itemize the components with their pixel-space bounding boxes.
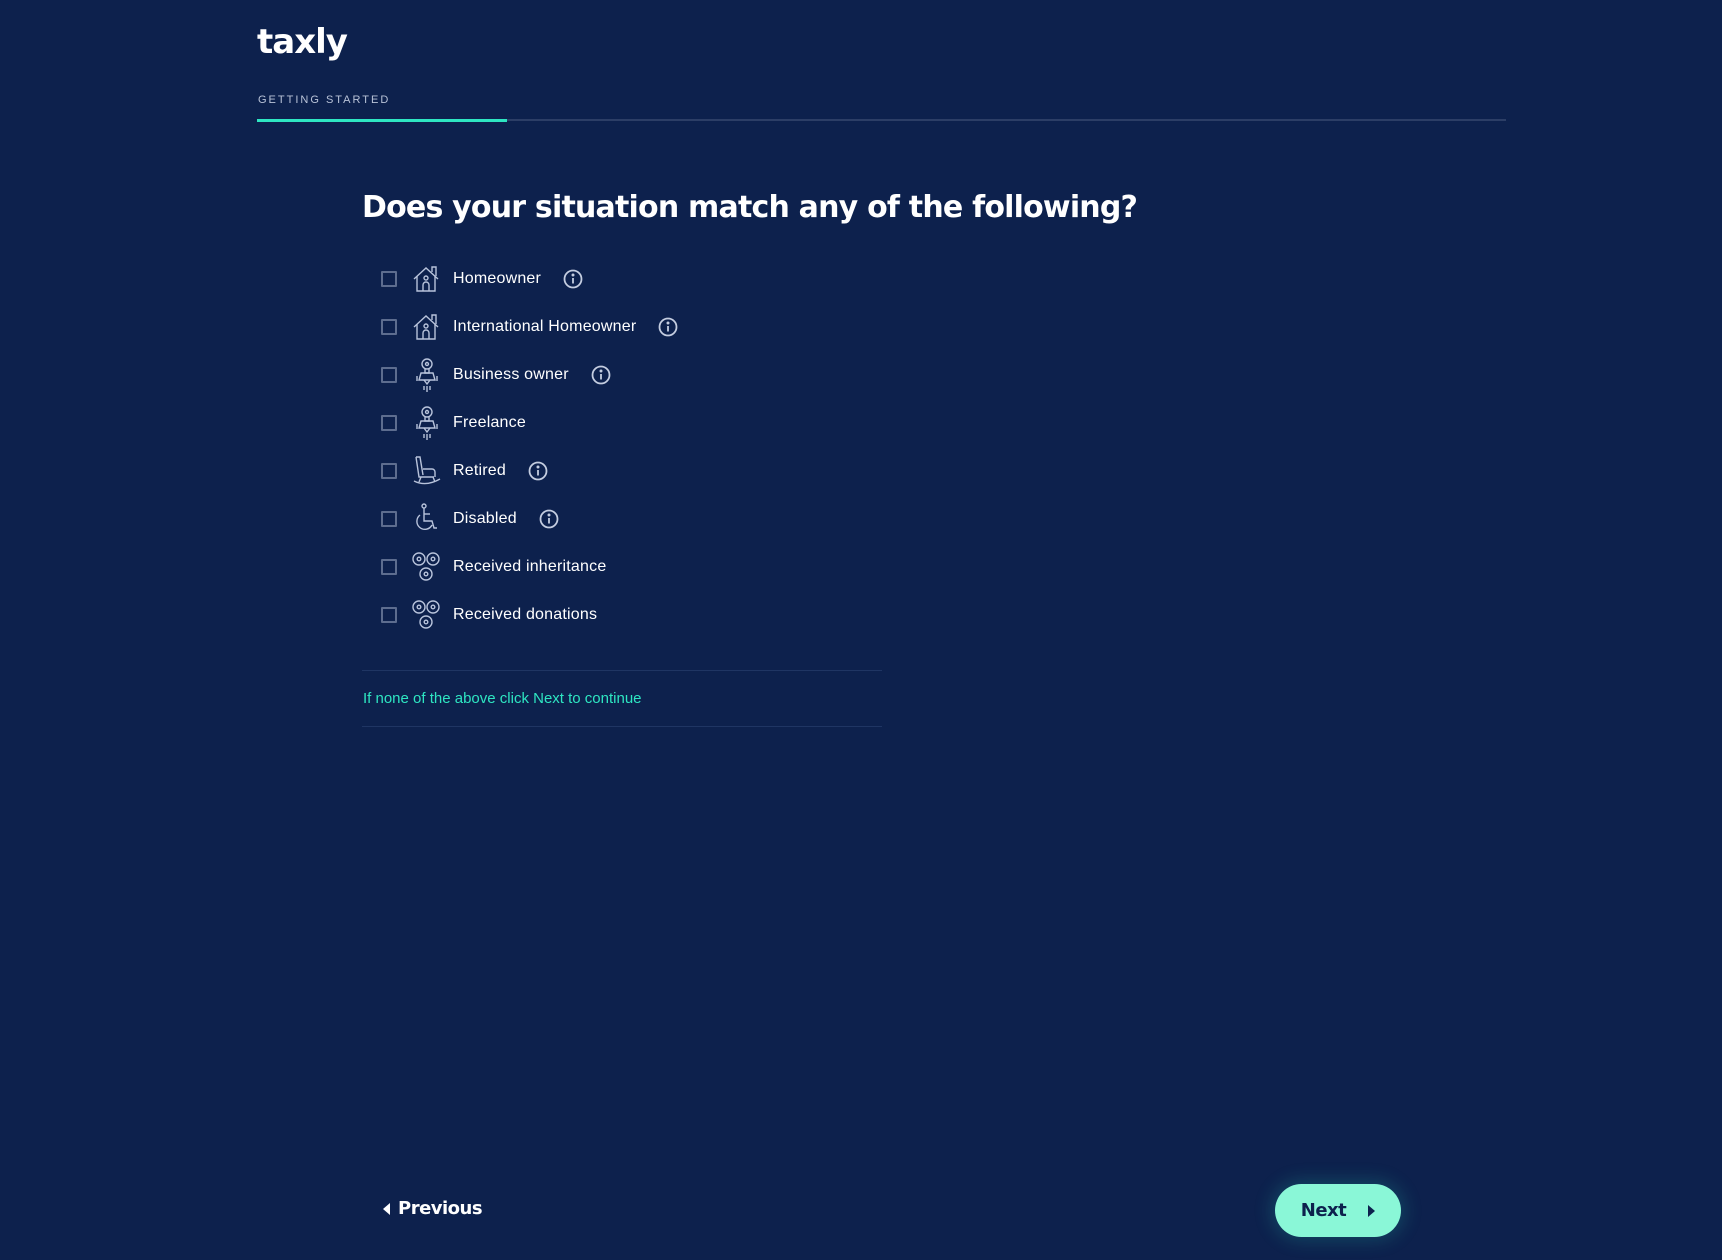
next-label: Next <box>1300 1200 1347 1221</box>
options-list: Homeowner International Homeowner Business… <box>381 255 678 639</box>
option-label: Disabled <box>453 510 517 527</box>
rocket-bulb-icon <box>411 357 443 393</box>
divider-bottom <box>362 726 882 727</box>
checkbox[interactable] <box>381 607 397 623</box>
house-icon <box>411 309 443 345</box>
option-disabled[interactable]: Disabled <box>381 495 678 543</box>
chevron-right-icon <box>1368 1204 1376 1217</box>
hint-text: If none of the above click Next to conti… <box>363 690 642 707</box>
info-icon[interactable] <box>563 269 583 289</box>
option-freelance[interactable]: Freelance <box>381 399 678 447</box>
option-label: Received donations <box>453 606 598 623</box>
wheelchair-icon <box>411 501 443 537</box>
option-international-homeowner[interactable]: International Homeowner <box>381 303 678 351</box>
checkbox[interactable] <box>381 463 397 479</box>
progress-bar <box>257 118 1506 122</box>
taxly-logo: taxly <box>257 22 348 62</box>
info-icon[interactable] <box>528 461 548 481</box>
option-received-inheritance[interactable]: Received inheritance <box>381 543 678 591</box>
checkbox[interactable] <box>381 559 397 575</box>
previous-label: Previous <box>398 1198 483 1219</box>
house-icon <box>411 261 443 297</box>
chevron-left-icon <box>383 1202 390 1215</box>
option-homeowner[interactable]: Homeowner <box>381 255 678 303</box>
option-label: International Homeowner <box>453 318 637 335</box>
divider-top <box>362 670 882 671</box>
checkbox[interactable] <box>381 271 397 287</box>
coins-icon <box>411 549 443 585</box>
progress-bar-fill <box>257 118 507 122</box>
option-business-owner[interactable]: Business owner <box>381 351 678 399</box>
option-label: Homeowner <box>453 270 542 287</box>
checkbox[interactable] <box>381 319 397 335</box>
checkbox[interactable] <box>381 415 397 431</box>
next-button[interactable]: Next <box>1275 1184 1401 1237</box>
info-icon[interactable] <box>658 317 678 337</box>
info-icon[interactable] <box>539 509 559 529</box>
rocket-bulb-icon <box>411 405 443 441</box>
coins-icon <box>411 597 443 633</box>
info-icon[interactable] <box>591 365 611 385</box>
question-title: Does your situation match any of the fol… <box>362 190 1138 225</box>
previous-button[interactable]: Previous <box>383 1198 483 1219</box>
step-label: GETTING STARTED <box>258 94 391 106</box>
checkbox[interactable] <box>381 511 397 527</box>
option-label: Freelance <box>453 414 526 431</box>
option-label: Retired <box>453 462 506 479</box>
checkbox[interactable] <box>381 367 397 383</box>
option-label: Received inheritance <box>453 558 607 575</box>
option-label: Business owner <box>453 366 569 383</box>
rocking-chair-icon <box>411 453 443 489</box>
option-retired[interactable]: Retired <box>381 447 678 495</box>
option-received-donations[interactable]: Received donations <box>381 591 678 639</box>
